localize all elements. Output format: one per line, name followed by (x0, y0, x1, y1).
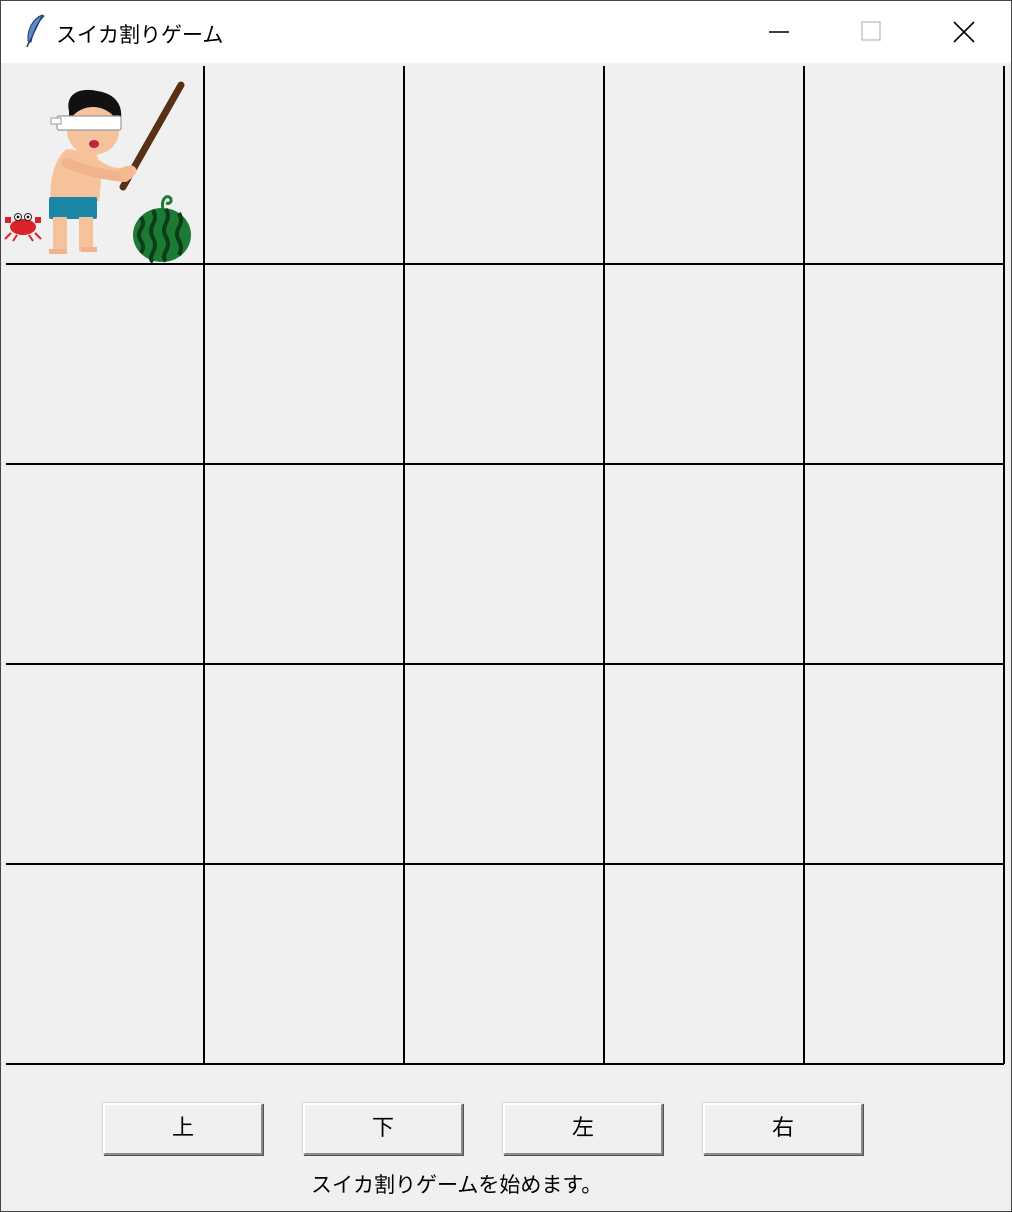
left-button[interactable]: 左 (503, 1103, 663, 1155)
game-board (1, 63, 1011, 1065)
minimize-icon (769, 31, 789, 33)
board-cell (606, 666, 806, 866)
feather-icon (26, 14, 45, 48)
board-cell (606, 66, 806, 266)
right-button[interactable]: 右 (703, 1103, 863, 1155)
board-cell (6, 466, 206, 666)
board-cell (6, 866, 206, 1065)
window-title: スイカ割りゲーム (56, 23, 224, 47)
close-button[interactable] (917, 1, 1009, 63)
board-cell (806, 266, 1006, 466)
board-cell (406, 266, 606, 466)
board-cell (406, 466, 606, 666)
board-cell (806, 466, 1006, 666)
board-cell (606, 266, 806, 466)
watermelon-icon (133, 195, 191, 263)
maximize-icon (861, 21, 881, 41)
crab-icon (4, 213, 42, 242)
board-cell (6, 266, 206, 466)
close-icon (953, 21, 975, 43)
board-cell (206, 866, 406, 1065)
board-cell (806, 666, 1006, 866)
board-cell (206, 66, 406, 266)
maximize-button[interactable] (825, 1, 917, 63)
board-cell (406, 666, 606, 866)
app-window: スイカ割りゲーム 上 下 左 右 スイカ割りゲームを始めます。 (0, 0, 1012, 1212)
player-sprite (4, 81, 191, 263)
board-cell (206, 266, 406, 466)
up-button[interactable]: 上 (103, 1103, 263, 1155)
board-cell (206, 666, 406, 866)
board-cell (806, 66, 1006, 266)
down-button[interactable]: 下 (303, 1103, 463, 1155)
board-cell (6, 666, 206, 866)
status-message: スイカ割りゲームを始めます。 (311, 1173, 603, 1197)
board-cell (606, 866, 806, 1065)
minimize-button[interactable] (733, 1, 825, 63)
boy-icon (49, 89, 137, 254)
board-cell (606, 466, 806, 666)
board-cell (406, 866, 606, 1065)
board-cell (806, 866, 1006, 1065)
board-cell (206, 466, 406, 666)
title-bar[interactable]: スイカ割りゲーム (1, 1, 1011, 63)
board-cell (406, 66, 606, 266)
